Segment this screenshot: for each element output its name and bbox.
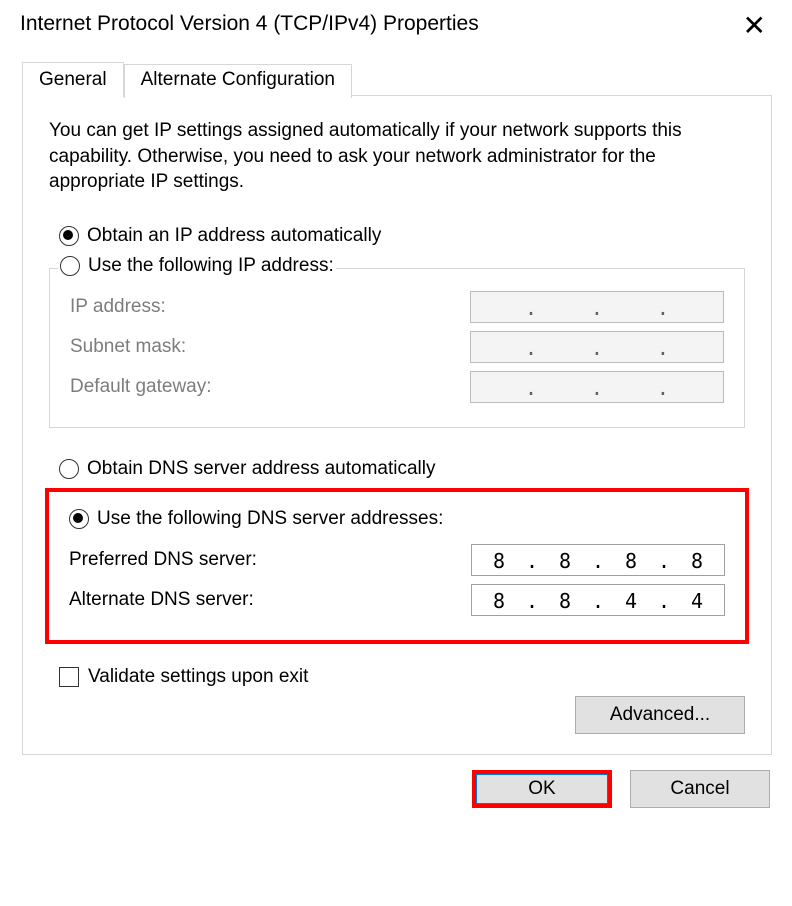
group-ip-manual: Use the following IP address: IP address… [49,268,745,428]
input-preferred-dns[interactable]: 8. 8. 8. 8 [471,544,725,576]
tab-general[interactable]: General [22,62,124,97]
radio-icon [60,256,80,276]
radio-obtain-dns-auto[interactable]: Obtain DNS server address automatically [59,458,745,480]
radio-icon [59,226,79,246]
label-default-gateway: Default gateway: [70,376,212,398]
checkbox-icon [59,667,79,687]
close-icon[interactable]: ✕ [735,12,774,40]
panel-general: You can get IP settings assigned automat… [22,95,772,755]
group-dns-manual: Use the following DNS server addresses: … [45,488,749,644]
radio-label: Obtain an IP address automatically [87,225,381,247]
radio-use-following-ip[interactable]: Use the following IP address: [58,255,336,277]
radio-label: Use the following DNS server addresses: [97,508,443,530]
advanced-button[interactable]: Advanced... [575,696,745,734]
radio-label: Obtain DNS server address automatically [87,458,435,480]
radio-icon [69,509,89,529]
radio-obtain-ip-auto[interactable]: Obtain an IP address automatically [59,225,745,247]
input-subnet-mask: ... [470,331,724,363]
ok-button[interactable]: OK [472,770,612,808]
radio-label: Use the following IP address: [88,255,334,277]
description-text: You can get IP settings assigned automat… [49,118,745,195]
input-ip-address: ... [470,291,724,323]
tab-alternate-configuration[interactable]: Alternate Configuration [124,64,352,98]
checkbox-label: Validate settings upon exit [88,666,308,688]
input-alternate-dns[interactable]: 8. 8. 4. 4 [471,584,725,616]
input-default-gateway: ... [470,371,724,403]
tab-bar: General Alternate Configuration [22,62,772,96]
radio-use-following-dns[interactable]: Use the following DNS server addresses: [69,508,725,530]
label-preferred-dns: Preferred DNS server: [69,549,257,571]
label-alternate-dns: Alternate DNS server: [69,589,254,611]
cancel-button[interactable]: Cancel [630,770,770,808]
label-ip-address: IP address: [70,296,166,318]
label-subnet-mask: Subnet mask: [70,336,186,358]
window-title: Internet Protocol Version 4 (TCP/IPv4) P… [20,12,479,36]
radio-icon [59,459,79,479]
checkbox-validate-on-exit[interactable]: Validate settings upon exit [59,666,745,688]
